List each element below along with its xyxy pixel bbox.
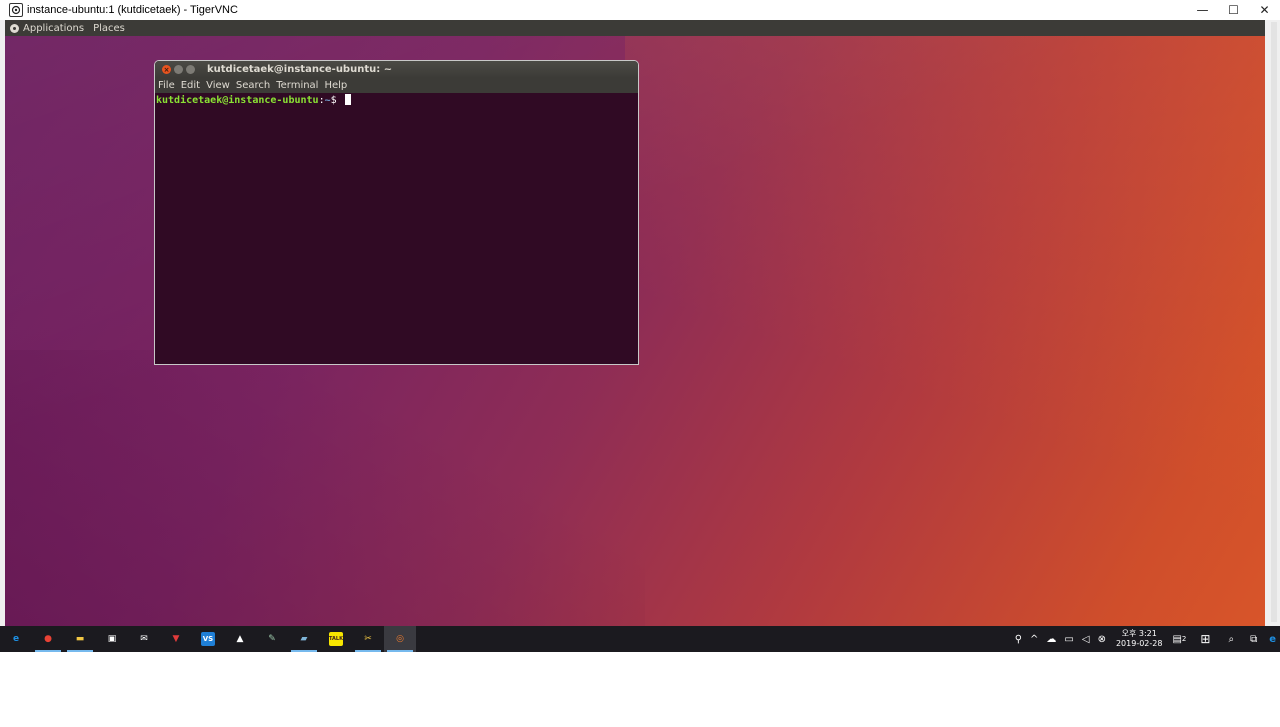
vscode-icon[interactable]: VS [192,626,224,652]
kakaotalk-icon-glyph: TALK [329,632,343,646]
clock-date: 2019-02-28 [1115,639,1163,648]
network-icon[interactable]: ▭ [1060,634,1077,645]
close-button[interactable]: ✕ [1249,0,1280,20]
edge-tray-icon[interactable]: e [1265,634,1280,645]
applications-icon [10,23,19,33]
store-icon-glyph: ▣ [107,634,117,644]
notes-app-icon[interactable]: ▰ [288,626,320,652]
empty-area [0,652,1280,727]
tools-app-icon[interactable]: ✂ [352,626,384,652]
chevron-up-icon[interactable]: ^ [1026,634,1042,645]
terminal-maximize-button[interactable] [186,65,195,74]
onedrive-icon[interactable]: ☁ [1042,634,1060,645]
tools-app-icon-glyph: ✂ [364,634,372,644]
menu-view[interactable]: View [206,80,230,91]
menu-terminal[interactable]: Terminal [276,80,318,91]
clock-time: 오후 3:21 [1121,629,1157,638]
prompt-user: kutdicetaek@instance-ubuntu [156,95,319,106]
store-icon[interactable]: ▣ [96,626,128,652]
windows-taskbar: e ● ▬ ▣ ✉ ▼ VS ▲ ✎ ▰ TALK ✂ ◎ ⚲ ^ ☁ ▭ ◁ ⊗ 오후 3:21 20… [0,626,1280,652]
people-icon[interactable]: ⚲ [1011,634,1026,645]
text-cursor [344,94,351,105]
notes-app-icon-glyph: ▰ [300,634,308,644]
wallpaper-facet [5,350,645,626]
terminal-body[interactable]: kutdicetaek@instance-ubuntu:~$ [155,93,638,364]
tigervnc-icon[interactable]: ◎ [384,626,416,652]
window-title: instance-ubuntu:1 (kutdicetaek) - TigerV… [27,4,238,16]
tigervnc-icon-glyph: ◎ [396,634,404,644]
maximize-button[interactable]: ☐ [1218,0,1249,20]
sketch-app-icon-glyph: ✎ [268,634,276,644]
terminal-window[interactable]: × kutdicetaek@instance-ubuntu: ~ File Ed… [154,60,639,365]
photos-icon[interactable]: ▲ [224,626,256,652]
shield-app-icon[interactable]: ▼ [160,626,192,652]
clock[interactable]: 오후 3:21 2019-02-28 [1110,629,1169,649]
menu-file[interactable]: File [158,80,175,91]
task-view-icon[interactable]: ⧉ [1242,634,1265,645]
terminal-close-button[interactable]: × [162,65,171,74]
wallpaper-facet [625,20,1265,626]
places-menu[interactable]: Places [93,23,125,34]
window-frame-right [1265,20,1280,626]
applications-menu[interactable]: Applications [23,23,84,34]
vnc-window-titlebar[interactable]: instance-ubuntu:1 (kutdicetaek) - TigerV… [0,0,1280,21]
edge-icon[interactable]: e [0,626,32,652]
prompt-symbol: $ [330,95,337,106]
start-button[interactable]: ⊞ [1190,632,1220,646]
kakaotalk-icon[interactable]: TALK [320,626,352,652]
menu-edit[interactable]: Edit [181,80,200,91]
chrome-icon[interactable]: ● [32,626,64,652]
mail-icon[interactable]: ✉ [128,626,160,652]
vertical-scrollbar[interactable] [1271,22,1277,622]
mail-icon-glyph: ✉ [140,634,148,644]
shield-app-icon-glyph: ▼ [172,634,180,644]
photos-icon-glyph: ▲ [236,634,244,644]
gnome-top-panel: Applications Places [5,20,1265,36]
notifications-icon[interactable]: ▤ 2 [1168,634,1190,645]
chrome-icon-glyph: ● [44,634,52,644]
tigervnc-app-icon [9,3,23,17]
terminal-titlebar[interactable]: × kutdicetaek@instance-ubuntu: ~ [155,61,638,78]
terminal-minimize-button[interactable] [174,65,183,74]
search-icon[interactable]: ⌕ [1220,634,1242,645]
file-explorer-icon-glyph: ▬ [75,634,85,644]
terminal-title: kutdicetaek@instance-ubuntu: ~ [207,64,393,75]
volume-icon[interactable]: ◁ [1078,634,1094,645]
sketch-app-icon[interactable]: ✎ [256,626,288,652]
notification-count: 2 [1181,635,1187,643]
status-icon[interactable]: ⊗ [1094,634,1110,645]
minimize-button[interactable]: — [1187,0,1218,20]
system-tray: ⚲ ^ ☁ ▭ ◁ ⊗ 오후 3:21 2019-02-28 ▤ 2 ⊞ ⌕ ⧉ … [1011,626,1280,652]
terminal-menubar: File Edit View Search Terminal Help [155,78,638,93]
edge-icon-glyph: e [12,634,20,644]
file-explorer-icon[interactable]: ▬ [64,626,96,652]
menu-search[interactable]: Search [236,80,270,91]
vscode-icon-glyph: VS [201,632,215,646]
menu-help[interactable]: Help [324,80,347,91]
